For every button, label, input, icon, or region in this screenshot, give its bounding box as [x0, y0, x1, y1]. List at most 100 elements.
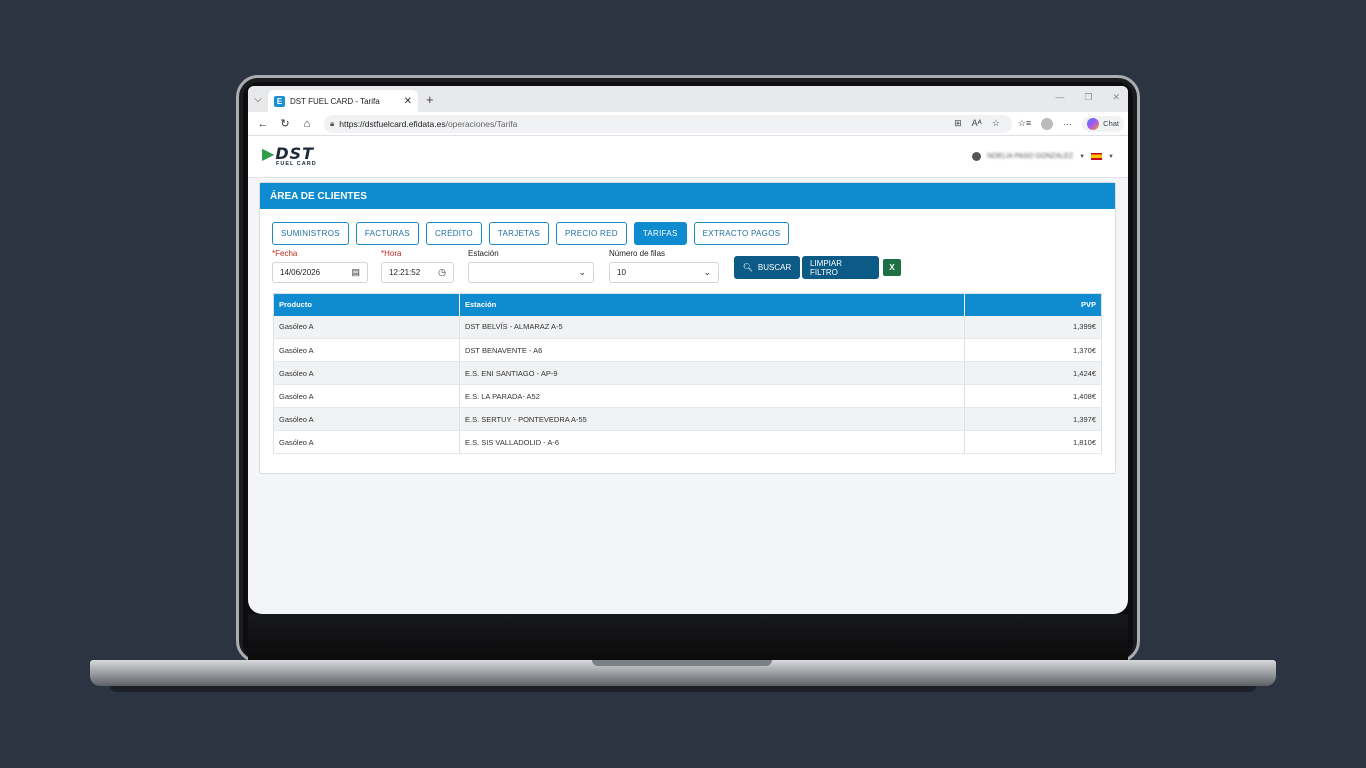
favorites-icon[interactable]: ☆≡ [1018, 118, 1031, 129]
table-header-row: Producto Estación PVP [273, 293, 1102, 316]
back-icon[interactable]: ← [252, 118, 274, 130]
hora-field-group: *Hora 12:21:52 ◷ [381, 249, 454, 283]
estacion-label: Estación [468, 249, 499, 258]
table-row[interactable]: Gasóleo A E.S. LA PARADA- A52 1,408€ [273, 384, 1102, 408]
tab-suministros[interactable]: SUMINISTROS [272, 222, 349, 245]
cell-producto: Gasóleo A [273, 338, 460, 362]
table-row[interactable]: Gasóleo A DST BENAVENTE - A6 1,370€ [273, 338, 1102, 362]
logo-subtext: FUEL CARD [276, 160, 317, 167]
url-field[interactable]: 🔒︎ https://dstfuelcard.efidata.es/operac… [324, 114, 1012, 133]
col-producto[interactable]: Producto [273, 293, 460, 316]
app-header: ▶DST FUEL CARD NOELIA PASO GONZALEZ ▼ ▼ [248, 136, 1128, 178]
laptop-shadow [110, 686, 1256, 692]
tab-actions-icon[interactable]: ⌵ [248, 94, 268, 105]
clock-icon[interactable]: ◷ [438, 267, 446, 278]
close-window-icon[interactable]: ✕ [1112, 92, 1120, 103]
cell-producto: Gasóleo A [273, 430, 460, 454]
cell-pvp: 1,399€ [964, 315, 1102, 339]
lock-icon[interactable]: 🔒︎ [330, 119, 334, 129]
new-tab-icon[interactable]: + [426, 92, 434, 107]
cell-pvp: 1,370€ [964, 338, 1102, 362]
filter-bar: *Fecha 14/06/2026 ▤ *Hora 12:21:52 ◷ Est… [272, 249, 1112, 289]
cell-estacion: DST BENAVENTE - A6 [459, 338, 965, 362]
chat-label: Chat [1103, 119, 1119, 128]
copilot-chat-button[interactable]: Chat [1082, 115, 1124, 132]
calendar-icon[interactable]: ▤ [351, 267, 360, 278]
favorite-star-icon[interactable]: ☆ [992, 118, 1000, 129]
tab-tarjetas[interactable]: TARJETAS [488, 222, 550, 245]
more-menu-icon[interactable]: ··· [1063, 119, 1072, 129]
language-caret-icon[interactable]: ▼ [1108, 154, 1114, 160]
cell-estacion: E.S. LA PARADA- A52 [459, 384, 965, 408]
clientes-panel: ÁREA DE CLIENTES SUMINISTROS FACTURAS CR… [259, 182, 1116, 474]
limpiar-filtro-button[interactable]: LIMPIAR FILTRO [802, 256, 879, 279]
cell-producto: Gasóleo A [273, 384, 460, 408]
cell-pvp: 1,424€ [964, 361, 1102, 385]
excel-export-icon[interactable]: X [883, 259, 901, 276]
table-row[interactable]: Gasóleo A E.S. SIS VALLADOLID - A-6 1,81… [273, 430, 1102, 454]
table-row[interactable]: Gasóleo A E.S. SERTUY - PONTEVEDRA A-55 … [273, 407, 1102, 431]
user-name: NOELIA PASO GONZALEZ [987, 153, 1074, 160]
cell-pvp: 1,408€ [964, 384, 1102, 408]
url-path: /operaciones/Tarifa [445, 118, 518, 129]
tab-precio-red[interactable]: PRECIO RED [556, 222, 627, 245]
tab-facturas[interactable]: FACTURAS [355, 222, 419, 245]
dst-logo[interactable]: ▶DST FUEL CARD [262, 143, 317, 168]
filas-label: Número de filas [609, 249, 666, 258]
table-row[interactable]: Gasóleo A E.S. ENI SANTIAGO - AP-9 1,424… [273, 361, 1102, 385]
hora-input[interactable]: 12:21:52 ◷ [381, 262, 454, 283]
fecha-input[interactable]: 14/06/2026 ▤ [272, 262, 368, 283]
chevron-down-icon: ⌄ [578, 267, 586, 277]
tab-extracto-pagos[interactable]: EXTRACTO PAGOS [693, 222, 790, 245]
tarifas-table: Producto Estación PVP Gasóleo A DST BELV… [273, 293, 1102, 454]
refresh-icon[interactable]: ↻ [274, 117, 296, 130]
buscar-button[interactable]: 🔍︎ BUSCAR [734, 256, 800, 279]
window-controls: — ❐ ✕ [1055, 92, 1120, 103]
chevron-down-icon: ⌄ [703, 267, 711, 277]
filas-select[interactable]: 10 ⌄ [609, 262, 719, 283]
search-icon: 🔍︎ [742, 263, 753, 272]
browser-tab-bar: ⌵ E DST FUEL CARD - Tarifa ✕ + — ❐ ✕ [248, 86, 1128, 112]
url-host: https://dstfuelcard.efidata.es [339, 118, 446, 129]
filas-value: 10 [617, 268, 626, 277]
estacion-field-group: Estación ⌄ [468, 249, 594, 283]
cell-producto: Gasóleo A [273, 361, 460, 385]
home-icon[interactable]: ⌂ [296, 118, 318, 130]
estacion-select[interactable]: ⌄ [468, 262, 594, 283]
col-pvp[interactable]: PVP [964, 293, 1102, 316]
cell-estacion: E.S. SIS VALLADOLID - A-6 [459, 430, 965, 454]
close-tab-icon[interactable]: ✕ [404, 96, 412, 107]
restore-icon[interactable]: ❐ [1084, 92, 1092, 103]
profile-icon[interactable] [1041, 117, 1054, 130]
cell-estacion: E.S. ENI SANTIAGO - AP-9 [459, 361, 965, 385]
hora-value: 12:21:52 [389, 268, 421, 277]
cell-estacion: DST BELVÍS - ALMARAZ A-5 [459, 315, 965, 339]
app-available-icon[interactable]: ⊞ [954, 118, 962, 129]
table-row[interactable]: Gasóleo A DST BELVÍS - ALMARAZ A-5 1,399… [273, 315, 1102, 339]
favicon-icon: E [274, 95, 285, 107]
browser-tab[interactable]: E DST FUEL CARD - Tarifa ✕ [268, 90, 418, 112]
browser-toolbar-right: ☆≡ ··· Chat [1018, 115, 1124, 132]
laptop-notch [592, 660, 772, 666]
spain-flag-icon[interactable] [1091, 153, 1103, 160]
buscar-label: BUSCAR [757, 263, 792, 272]
fecha-label: *Fecha [272, 249, 298, 258]
cell-producto: Gasóleo A [273, 315, 460, 339]
minimize-icon[interactable]: — [1055, 92, 1064, 103]
user-menu[interactable]: NOELIA PASO GONZALEZ ▼ ▼ [972, 152, 1114, 161]
filas-field-group: Número de filas 10 ⌄ [609, 249, 719, 283]
user-icon [972, 152, 982, 161]
col-estacion[interactable]: Estación [459, 293, 965, 316]
tab-tarifas[interactable]: TARIFAS [633, 222, 687, 245]
fecha-value: 14/06/2026 [280, 268, 321, 277]
fecha-field-group: *Fecha 14/06/2026 ▤ [272, 249, 368, 283]
cell-estacion: E.S. SERTUY - PONTEVEDRA A-55 [459, 407, 965, 431]
tab-credito[interactable]: CRÉDITO [425, 222, 482, 245]
keyboard-reflection [248, 614, 1128, 660]
cell-producto: Gasóleo A [273, 407, 460, 431]
logo-text: ▶DST [262, 143, 315, 163]
panel-title: ÁREA DE CLIENTES [260, 183, 1115, 209]
tab-title: DST FUEL CARD - Tarifa [290, 96, 380, 106]
read-aloud-icon[interactable]: Aᴬ [972, 118, 982, 129]
cell-pvp: 1,397€ [964, 407, 1102, 431]
